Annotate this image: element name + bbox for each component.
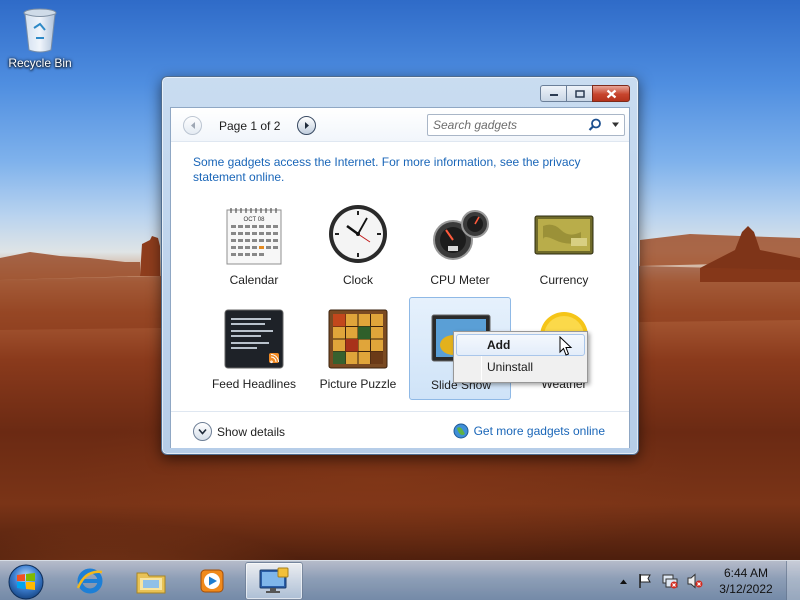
internet-explorer-icon (76, 568, 103, 594)
calendar-icon: OCT 08 (226, 208, 282, 265)
search-icon[interactable] (588, 118, 602, 132)
media-player-icon (200, 569, 224, 593)
gadget-currency[interactable]: Currency (513, 198, 615, 298)
arrow-right-icon (304, 122, 309, 129)
start-orb-icon (8, 564, 44, 600)
gadget-name: CPU Meter (430, 273, 490, 287)
gallery-footer: Show details Get more gadgets online (171, 411, 629, 448)
show-hidden-icons-icon (620, 579, 627, 584)
gadget-picture-puzzle[interactable]: Picture Puzzle (307, 302, 409, 402)
search-input[interactable] (428, 115, 578, 135)
recycle-bin-label: Recycle Bin (8, 56, 72, 70)
maximize-button[interactable] (566, 85, 592, 102)
next-page-button[interactable] (297, 116, 316, 135)
show-desktop-button[interactable] (786, 561, 800, 600)
show-details-button[interactable]: Show details (193, 422, 285, 441)
close-button[interactable] (592, 85, 630, 102)
action-center-flag-icon (639, 574, 651, 588)
page-indicator: Page 1 of 2 (219, 119, 281, 133)
calendar-month-text: OCT 08 (244, 217, 266, 223)
gadget-name: Feed Headlines (211, 377, 297, 391)
chevron-down-icon (198, 428, 207, 435)
gadget-name: Picture Puzzle (319, 377, 397, 391)
caption-buttons (540, 85, 630, 102)
get-more-gadgets-link[interactable]: Get more gadgets online (453, 423, 605, 439)
show-hidden-icons-button[interactable] (619, 578, 628, 585)
gadget-clock[interactable]: Clock (307, 198, 409, 298)
previous-page-button[interactable] (183, 116, 202, 135)
start-button[interactable] (6, 563, 46, 600)
clock-time: 6:44 AM (723, 566, 769, 580)
gadget-name: Clock (342, 273, 373, 287)
volume-button[interactable] (687, 573, 703, 589)
menu-item-uninstall[interactable]: Uninstall (456, 356, 585, 378)
network-button[interactable] (662, 573, 678, 589)
arrow-left-icon (190, 122, 195, 129)
minimize-button[interactable] (540, 85, 566, 102)
close-icon (606, 89, 616, 98)
taskbar-windows-explorer[interactable] (122, 562, 180, 600)
recycle-bin-icon (23, 8, 57, 53)
network-icon (662, 574, 678, 589)
taskbar-clock[interactable]: 6:44 AM 3/12/2022 (712, 565, 780, 597)
expand-chevron (193, 422, 212, 441)
gallery-toolbar: Page 1 of 2 (171, 108, 629, 142)
windows-explorer-icon (136, 572, 166, 594)
minimize-icon (549, 93, 558, 96)
picture-puzzle-icon (328, 309, 388, 369)
feed-headlines-icon (224, 309, 284, 369)
gadget-cpu-meter[interactable]: CPU Meter (409, 198, 511, 298)
gadgets-window: Page 1 of 2 Some gadgets access the Inte… (161, 76, 639, 455)
gadgets-icon (259, 567, 289, 593)
taskbar: 6:44 AM 3/12/2022 (0, 560, 800, 600)
show-details-label: Show details (217, 424, 286, 439)
action-center-button[interactable] (637, 573, 653, 589)
cpu-meter-icon (433, 210, 489, 260)
system-tray: 6:44 AM 3/12/2022 (619, 561, 800, 600)
chevron-down-icon[interactable] (611, 120, 620, 129)
gadget-name: Currency (539, 273, 589, 287)
taskbar-media-player[interactable] (183, 562, 241, 600)
taskbar-gadgets[interactable] (245, 562, 303, 600)
volume-muted-icon (687, 573, 703, 589)
maximize-icon (574, 89, 585, 98)
privacy-info-link[interactable]: Some gadgets access the Internet. For mo… (193, 155, 613, 185)
gadget-calendar[interactable]: OCT 08 Calendar (203, 198, 305, 298)
clock-icon (329, 205, 387, 263)
clock-date: 3/12/2022 (719, 582, 773, 596)
recycle-bin[interactable]: Recycle Bin (6, 6, 74, 70)
taskbar-internet-explorer[interactable] (61, 562, 119, 600)
get-more-gadgets-label: Get more gadgets online (473, 424, 605, 438)
search-box (427, 114, 625, 136)
mouse-cursor-icon (559, 336, 573, 356)
globe-icon (453, 423, 469, 439)
gadget-feed-headlines[interactable]: Feed Headlines (203, 302, 305, 402)
gadgets-gallery: Page 1 of 2 Some gadgets access the Inte… (170, 107, 630, 448)
gadget-name: Calendar (229, 273, 279, 287)
currency-icon (534, 215, 594, 255)
